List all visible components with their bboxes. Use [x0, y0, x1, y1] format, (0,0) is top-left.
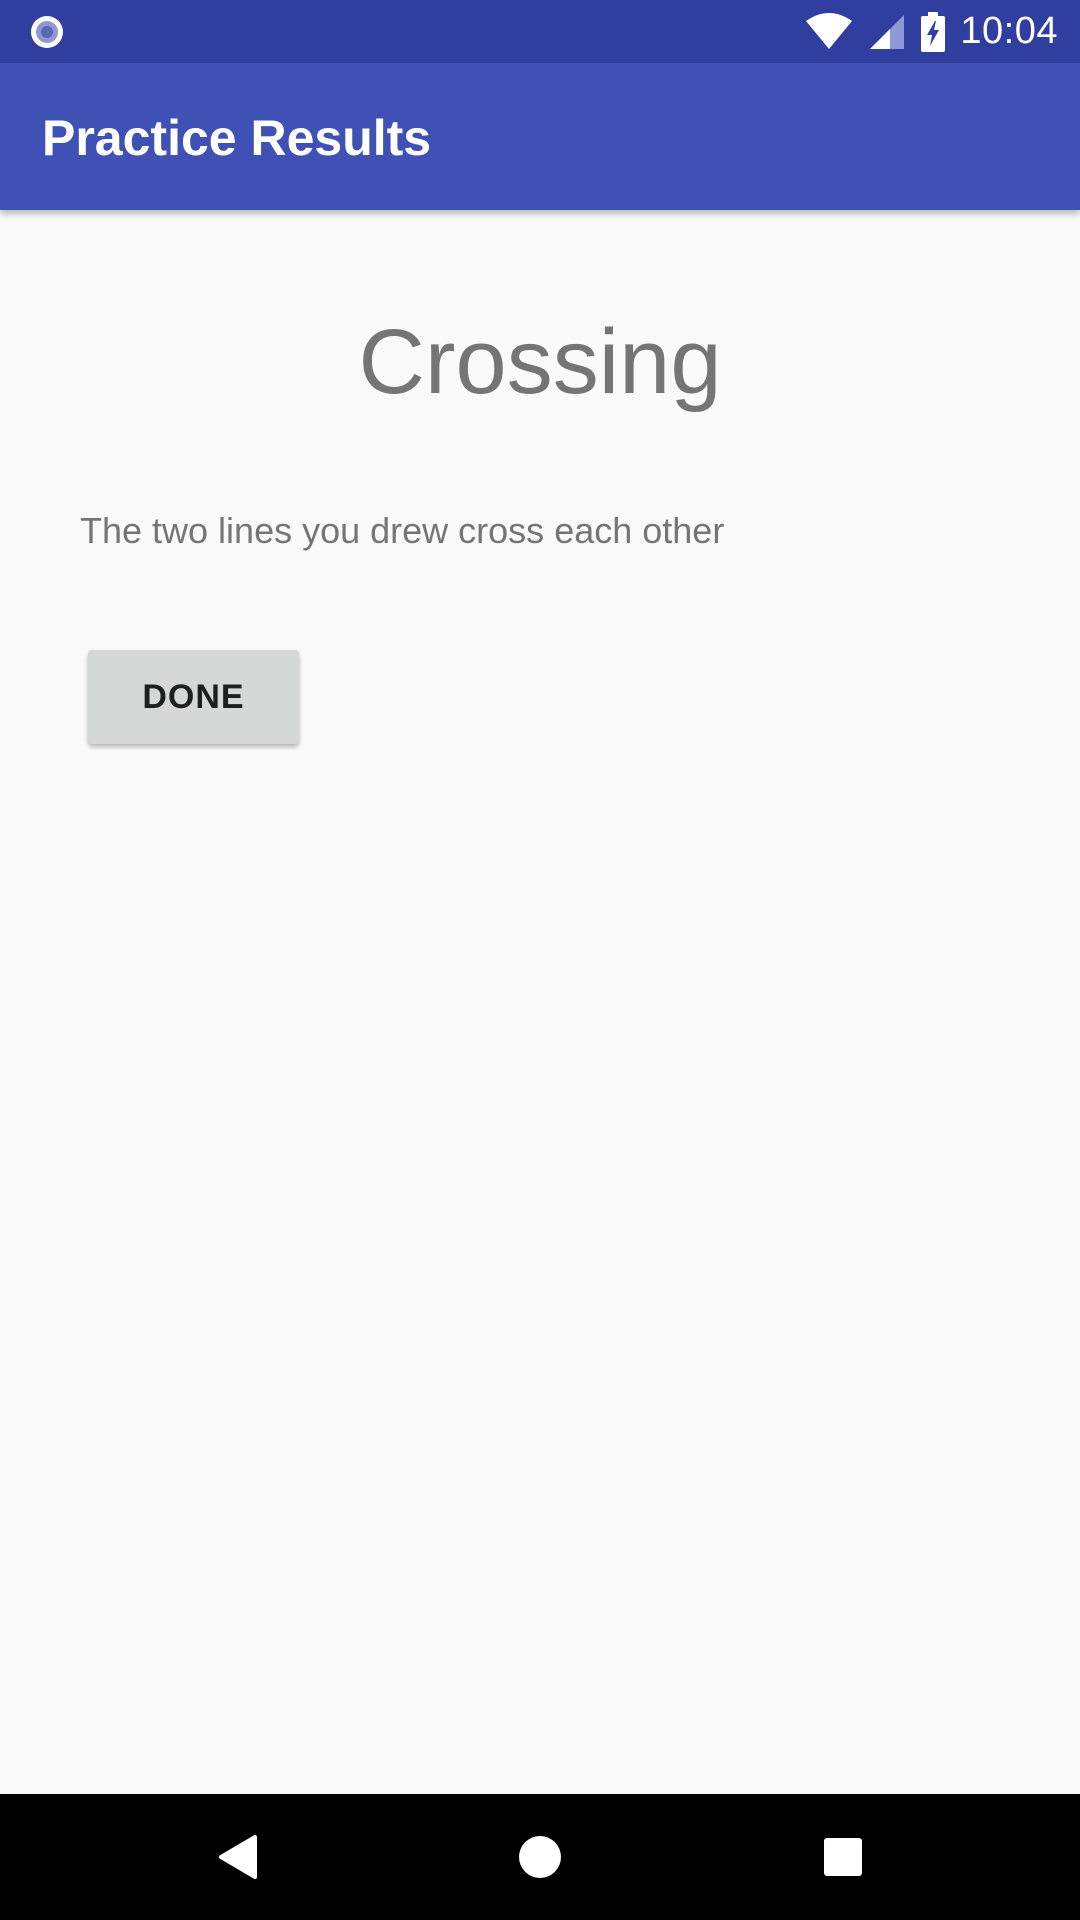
done-button[interactable]: DONE: [88, 650, 299, 744]
navigation-bar: [0, 1794, 1080, 1920]
status-icons: 10:04: [804, 0, 1058, 63]
wifi-icon: [806, 12, 853, 49]
status-time: 10:04: [960, 10, 1058, 52]
cell-signal-icon: [870, 14, 905, 49]
page-title: Practice Results: [42, 110, 432, 166]
back-icon: [219, 1835, 257, 1879]
home-icon: [519, 1836, 561, 1878]
record-icon: [31, 16, 63, 48]
status-bar: 10:04: [0, 0, 1080, 63]
home-button[interactable]: [470, 1794, 610, 1920]
result-title: Crossing: [358, 311, 722, 413]
result-description: The two lines you drew cross each other: [80, 510, 725, 551]
recents-icon: [824, 1838, 862, 1876]
results-content: Crossing The two lines you drew cross ea…: [0, 210, 1080, 1794]
app-bar: Practice Results: [0, 63, 1080, 210]
recents-button[interactable]: [773, 1794, 913, 1920]
back-button[interactable]: [167, 1794, 307, 1920]
battery-charging-icon: [921, 11, 946, 52]
